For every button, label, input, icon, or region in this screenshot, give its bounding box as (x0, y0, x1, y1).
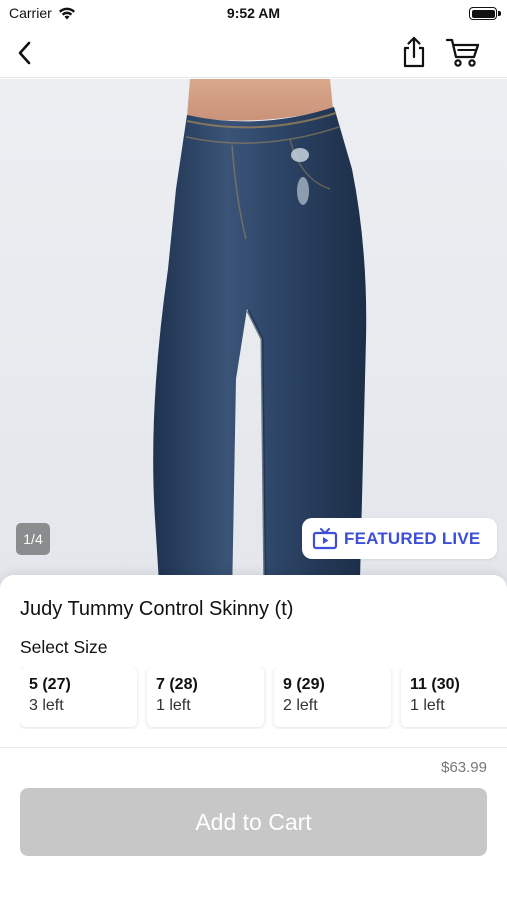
size-option[interactable]: 11 (30) 1 left (401, 667, 507, 727)
size-stock: 1 left (410, 697, 445, 714)
size-label: 9 (29) (283, 676, 325, 693)
product-image[interactable]: 1/4 FEATURED LIVE (0, 79, 507, 599)
product-details-sheet: Judy Tummy Control Skinny (t) Select Siz… (0, 575, 507, 900)
size-option[interactable]: 5 (27) 3 left (20, 667, 137, 727)
size-label: 7 (28) (156, 676, 198, 693)
size-stock: 2 left (283, 697, 318, 714)
chevron-left-icon (18, 41, 31, 65)
size-label: 11 (30) (410, 676, 460, 693)
cart-icon (445, 38, 480, 67)
battery-tip (498, 11, 501, 16)
product-price: $63.99 (441, 759, 487, 776)
size-label: 5 (27) (29, 676, 71, 693)
add-to-cart-button[interactable]: Add to Cart (20, 788, 487, 856)
image-counter: 1/4 (16, 523, 50, 555)
select-size-heading: Select Size (20, 637, 108, 657)
featured-live-label: FEATURED LIVE (344, 528, 481, 548)
share-button[interactable] (396, 34, 432, 70)
divider (0, 747, 507, 748)
size-option[interactable]: 7 (28) 1 left (147, 667, 264, 727)
featured-live-badge[interactable]: FEATURED LIVE (302, 518, 497, 559)
size-options: 5 (27) 3 left 7 (28) 1 left 9 (29) 2 lef… (20, 667, 507, 729)
status-time: 9:52 AM (226, 5, 281, 21)
size-stock: 1 left (156, 697, 191, 714)
status-bar: Carrier 9:52 AM (0, 0, 507, 28)
back-button[interactable] (8, 36, 42, 70)
cart-button[interactable] (443, 34, 483, 70)
product-title: Judy Tummy Control Skinny (t) (20, 598, 294, 620)
size-option[interactable]: 9 (29) 2 left (274, 667, 391, 727)
battery-icon (469, 7, 497, 20)
navigation-bar (0, 28, 507, 78)
battery-level-fill (471, 9, 495, 18)
size-stock: 3 left (29, 697, 64, 714)
tv-play-icon (312, 527, 338, 549)
share-icon (403, 36, 425, 68)
